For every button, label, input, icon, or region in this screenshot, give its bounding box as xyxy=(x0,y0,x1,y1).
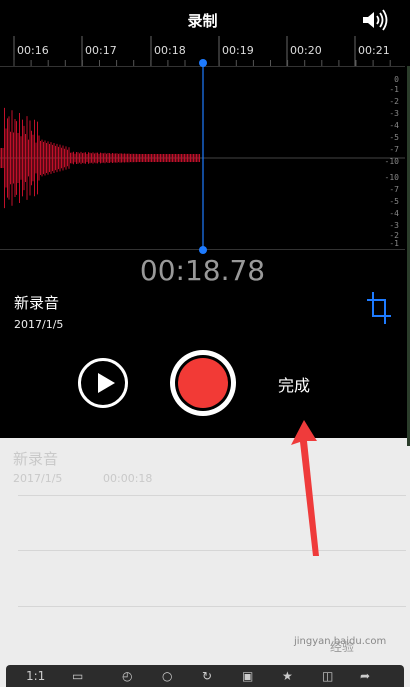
fit-icon[interactable]: ▭ xyxy=(72,669,83,683)
star-icon[interactable]: ★ xyxy=(282,669,293,683)
annotation-arrow xyxy=(291,420,319,556)
share-icon[interactable]: ➦ xyxy=(360,669,370,683)
watermark-title: 经验 xyxy=(330,640,355,654)
save-icon[interactable]: ▣ xyxy=(242,669,253,683)
zoom-icon[interactable]: ○ xyxy=(162,669,172,683)
clock-icon[interactable]: ◴ xyxy=(122,669,132,683)
ratio-button[interactable]: 1:1 xyxy=(26,669,45,683)
frame-icon[interactable]: ◫ xyxy=(322,669,333,683)
rotate-icon[interactable]: ↻ xyxy=(202,669,212,683)
viewer-toolbar: 1:1 ▭ ◴ ○ ↻ ▣ ★ ◫ ➦ xyxy=(6,665,404,687)
